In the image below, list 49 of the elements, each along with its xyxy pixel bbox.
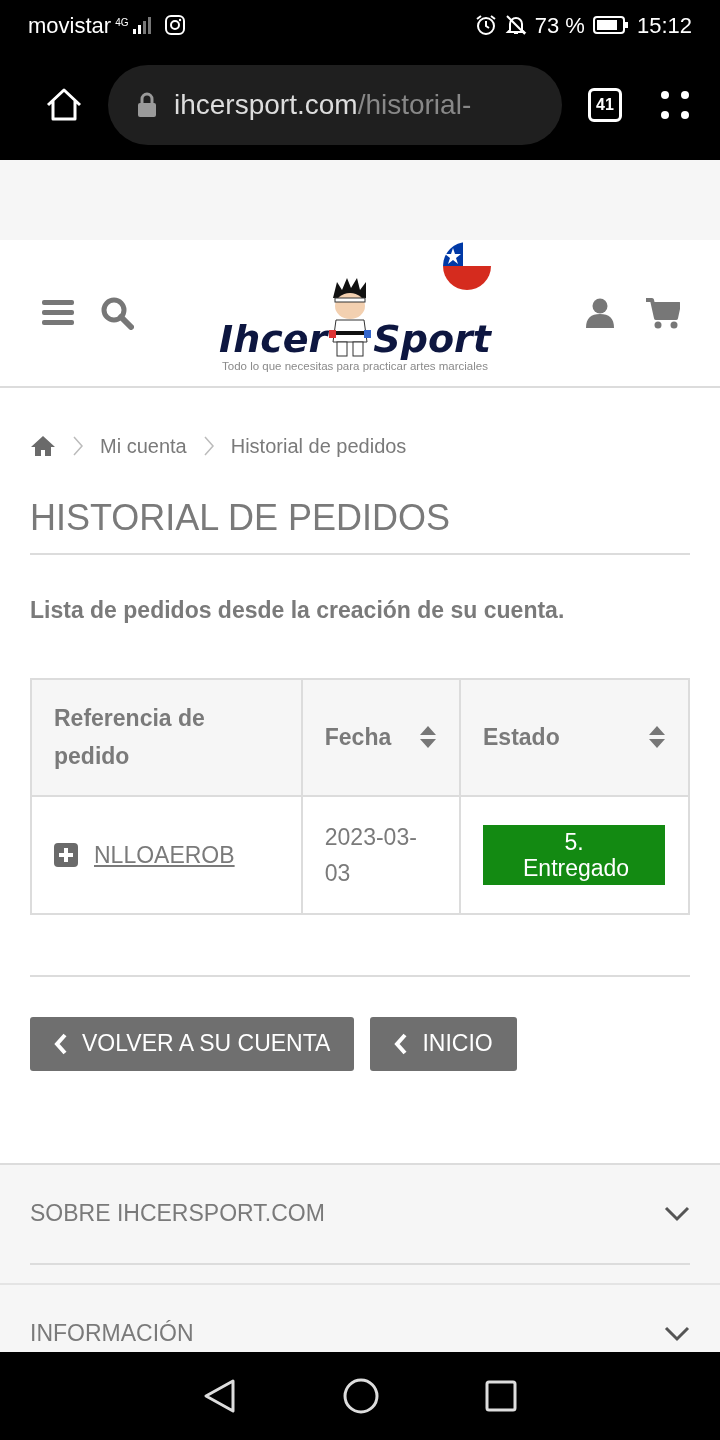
logo-tagline: Todo lo que necesitas para practicar artes marciales — [222, 360, 488, 375]
home-icon[interactable] — [343, 1378, 379, 1414]
status-label: 5. Entregado — [483, 824, 665, 885]
chevron-icon — [202, 435, 215, 457]
footer-section-toggle[interactable]: SOBRE IHCERSPORT.COM — [30, 1164, 690, 1265]
column-header[interactable]: Estado — [460, 678, 689, 796]
chevron-left-icon — [54, 1032, 68, 1055]
chevron-down-icon — [664, 1205, 690, 1222]
user-icon[interactable] — [586, 298, 614, 328]
clock: 15:12 — [636, 11, 692, 40]
sort-icon[interactable] — [648, 725, 666, 750]
chevron-left-icon — [394, 1032, 409, 1055]
logo-word: Ihcer — [219, 320, 328, 359]
signal-icon — [132, 15, 153, 35]
order-link[interactable]: NLLOAEROB — [94, 836, 235, 873]
search-icon[interactable] — [100, 296, 134, 330]
recents-icon[interactable] — [485, 1380, 517, 1412]
flag-icon — [442, 242, 491, 291]
alarm-icon — [474, 14, 497, 36]
column-header[interactable]: Fecha — [301, 678, 460, 796]
logo[interactable]: Ihcer Sport Todo lo que necesitas para practicar artes marciales — [190, 246, 520, 380]
back-button[interactable]: VOLVER A SU CUENTA — [30, 1016, 355, 1071]
table-cell: 2023-03-03 — [301, 795, 460, 914]
page-title: HISTORIAL DE PEDIDOS — [30, 474, 690, 556]
sort-icon[interactable] — [419, 725, 437, 750]
back-button[interactable]: INICIO — [370, 1016, 517, 1071]
network-type: 4G — [115, 15, 129, 30]
column-label: Fecha — [324, 723, 392, 753]
url-text: ihcersport.com/historial- — [174, 88, 472, 122]
expand-icon[interactable] — [54, 842, 78, 867]
menu-icon[interactable] — [660, 90, 690, 120]
carrier-name: movistar — [28, 11, 112, 40]
tab-count-button[interactable]: 41 — [588, 88, 622, 122]
chevron-icon — [72, 435, 84, 457]
column-label: Estado — [483, 723, 560, 753]
chevron-down-icon — [664, 1325, 690, 1342]
cart-icon[interactable] — [646, 297, 680, 329]
column-label: Referencia de pedido — [54, 704, 206, 772]
page-subtitle: Lista de pedidos desde la creación de su cuenta. — [30, 596, 566, 626]
muted-bell-icon — [504, 14, 527, 36]
breadcrumb-current: Historial de pedidos — [230, 434, 407, 459]
battery-level: 73 % — [534, 11, 585, 40]
address-bar[interactable]: ihcersport.com/historial- — [108, 65, 562, 145]
breadcrumb-link[interactable]: Mi cuenta — [100, 431, 187, 461]
battery-icon — [592, 15, 629, 35]
lock-icon — [136, 92, 158, 118]
camera-icon — [164, 14, 187, 36]
back-icon[interactable] — [203, 1378, 237, 1414]
logo-word: Sport — [373, 320, 491, 359]
